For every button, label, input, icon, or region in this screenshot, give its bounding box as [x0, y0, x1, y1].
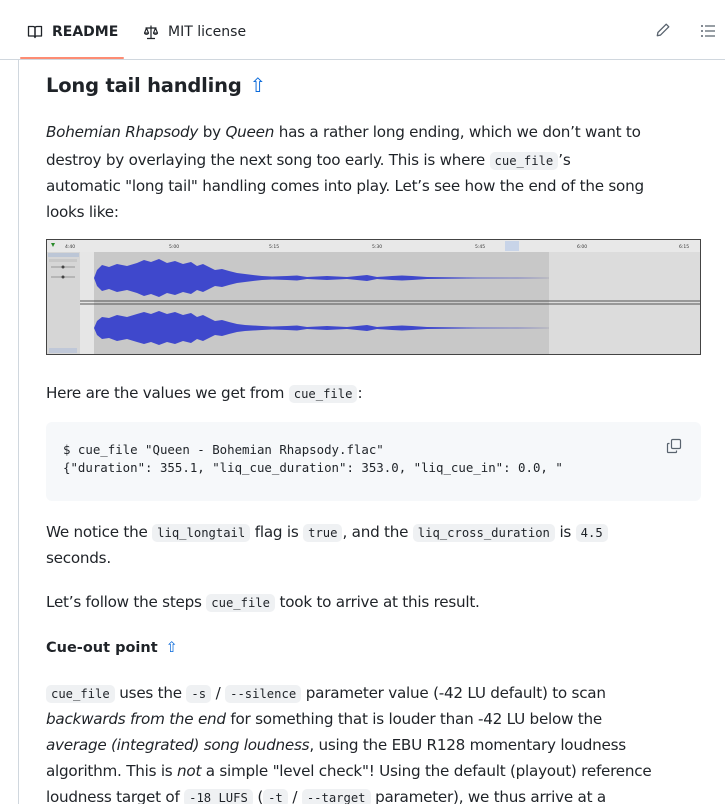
text: a simple "level check"! Using the defaul… [201, 762, 652, 780]
timeline-tick: 6:15 [679, 244, 689, 250]
text: ( [252, 788, 264, 804]
inline-code: liq_longtail [152, 524, 251, 542]
inline-code: -s [186, 685, 212, 703]
code-block[interactable]: $ cue_file "Queen - Bohemian Rhapsody.fl… [46, 422, 701, 501]
paragraph-line: Bohemian Rhapsody by Queen has a rather … [46, 121, 641, 143]
emphasis-text: Bohemian Rhapsody [46, 123, 199, 141]
emphasis-text: backwards from the end [46, 710, 226, 728]
inline-code: --silence [225, 685, 302, 703]
tab-license[interactable]: MIT license [143, 18, 246, 46]
timeline-tick: 4:40 [65, 244, 75, 250]
scale-icon [143, 25, 159, 40]
text: is [554, 523, 576, 541]
inline-code: cue_file [288, 385, 358, 403]
text: : [357, 384, 363, 402]
text: has a rather long ending, which we don’t… [274, 123, 641, 141]
emphasis-text: not [177, 762, 202, 780]
text: destroy by overlaying the next song too … [46, 151, 490, 169]
waveform-graphic: 4:40 5:00 5:15 5:30 5:45 6:00 6:15 [47, 240, 700, 354]
text: for something that is louder than -42 LU… [225, 710, 602, 728]
text: flag is [250, 523, 304, 541]
code-line: {"duration": 355.1, "liq_cue_duration": … [63, 460, 563, 475]
inline-code: 4.5 [575, 524, 608, 542]
inline-code: --target [301, 789, 371, 804]
inline-code: -18 LUFS [184, 789, 253, 804]
timeline-tick: 5:00 [169, 244, 179, 250]
text: parameter), we thus arrive at a [370, 788, 606, 804]
inline-code: true [303, 524, 343, 542]
text: / [287, 788, 302, 804]
tab-readme[interactable]: README [27, 18, 118, 46]
code-line: $ cue_file "Queen - Bohemian Rhapsody.fl… [63, 442, 384, 457]
section-anchor-link[interactable]: ⇧ [250, 74, 266, 97]
paragraph-line: average (integrated) song loudness, usin… [46, 734, 626, 756]
inline-code: liq_cross_duration [412, 524, 555, 542]
paragraph-line: Let’s follow the steps cue_file took to … [46, 591, 480, 614]
emphasis-text: Queen [225, 123, 275, 141]
inline-code: -t [263, 789, 288, 804]
emphasis-text: average (integrated) song loudness [46, 736, 310, 754]
paragraph-line: We notice the liq_longtail flag is true,… [46, 521, 608, 544]
subsection-heading: Cue-out point ⇧ [46, 640, 178, 656]
text: algorithm. This is [46, 762, 178, 780]
paragraph-line: destroy by overlaying the next song too … [46, 149, 571, 172]
inline-code: cue_file [489, 152, 559, 170]
paragraph-line: automatic "long tail" handling comes int… [46, 177, 644, 195]
paragraph-line: looks like: [46, 203, 119, 221]
text: Let’s follow the steps [46, 593, 207, 611]
timeline-tick: 6:00 [577, 244, 587, 250]
text: / [211, 684, 226, 702]
file-tab-bar: README MIT license [0, 0, 725, 60]
text: ’s [558, 151, 571, 169]
text: parameter value (-42 LU default) to scan [301, 684, 606, 702]
text: loudness target of [46, 788, 185, 804]
text: took to arrive at this result. [274, 593, 480, 611]
timeline-tick: 5:45 [475, 244, 485, 250]
text: Here are the values we get from [46, 384, 289, 402]
paragraph-line: algorithm. This is not a simple "level c… [46, 760, 652, 782]
paragraph-line: seconds. [46, 549, 111, 567]
text: , and the [342, 523, 413, 541]
active-tab-indicator [20, 57, 124, 59]
subsection-anchor-link[interactable]: ⇧ [166, 640, 178, 656]
section-heading: Long tail handling ⇧ [46, 74, 266, 97]
waveform-image: 4:40 5:00 5:15 5:30 5:45 6:00 6:15 [46, 239, 701, 355]
text: by [198, 123, 226, 141]
section-heading-text: Long tail handling [46, 74, 242, 97]
inline-code: cue_file [206, 594, 275, 612]
copy-icon[interactable] [666, 438, 682, 454]
paragraph-line: Here are the values we get from cue_file… [46, 382, 363, 405]
paragraph-line: backwards from the end for something tha… [46, 708, 602, 730]
timeline-tick: 5:15 [269, 244, 279, 250]
inline-code: cue_file [46, 685, 115, 703]
text: We notice the [46, 523, 153, 541]
paragraph-line: cue_file uses the -s / --silence paramet… [46, 682, 606, 705]
tab-license-label: MIT license [168, 24, 247, 40]
text: , using the EBU R128 momentary loudness [309, 736, 626, 754]
pencil-icon[interactable] [655, 22, 671, 38]
book-icon [27, 25, 43, 39]
paragraph-line: loudness target of -18 LUFS (-t / --targ… [46, 786, 606, 804]
list-outline-icon[interactable] [700, 23, 716, 39]
timeline-tick: 5:30 [372, 244, 382, 250]
subsection-heading-text: Cue-out point [46, 640, 158, 656]
text: uses the [114, 684, 187, 702]
tab-readme-label: README [52, 24, 119, 40]
